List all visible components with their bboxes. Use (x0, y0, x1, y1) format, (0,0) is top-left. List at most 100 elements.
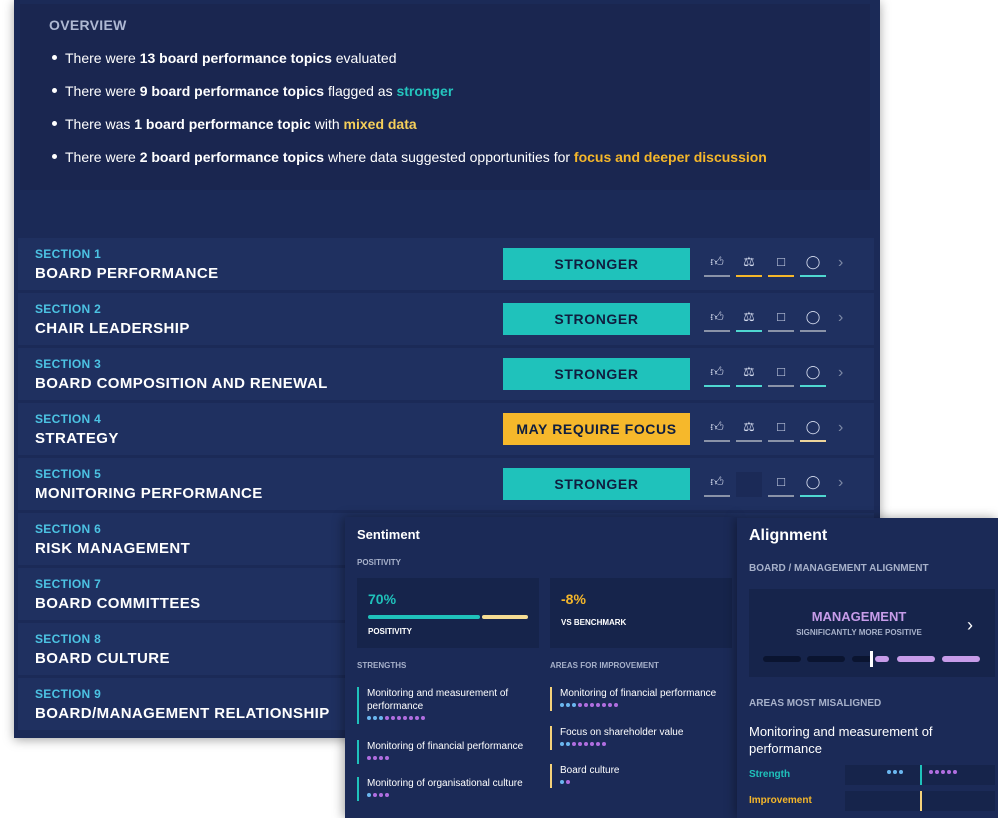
benchmark-caption: VS BENCHMARK (561, 618, 627, 627)
improvement-text: Board culture (560, 765, 620, 776)
indicator-line (800, 495, 826, 497)
indicator-line (768, 440, 794, 442)
alignment-subtitle: BOARD / MANAGEMENT ALIGNMENT (749, 563, 929, 574)
thumbs-up-icon[interactable]: 👍︎ (704, 307, 730, 332)
section-row-1[interactable]: SECTION 1 BOARD PERFORMANCE STRONGER 👍︎ … (18, 238, 874, 290)
rating-dots (560, 780, 734, 788)
section-number: SECTION 5 (35, 467, 102, 481)
overview-line: There were 13 board performance topics e… (52, 50, 396, 66)
speech-alert-icon[interactable]: □ (768, 307, 794, 332)
status-badge: STRONGER (503, 303, 690, 335)
management-dots (929, 770, 959, 778)
rating-dots (367, 716, 541, 724)
text-bold: 13 board performance topics (139, 50, 332, 66)
chevron-right-icon[interactable]: › (838, 474, 843, 492)
positivity-label: POSITIVITY (357, 558, 402, 567)
strength-label: Strength (749, 769, 791, 780)
misaligned-label: AREAS MOST MISALIGNED (749, 698, 882, 709)
strength-item: Monitoring and measurement of performanc… (357, 687, 541, 724)
section-number: SECTION 9 (35, 687, 102, 701)
speech-alert-icon[interactable]: □ (768, 252, 794, 277)
trophy-icon[interactable]: ◯ (800, 252, 826, 277)
chevron-right-icon[interactable]: › (838, 419, 843, 437)
management-label: MANAGEMENT (811, 609, 907, 624)
benchmark-value: -8% (561, 591, 586, 607)
improvement-text: Focus on shareholder value (560, 727, 684, 738)
thumbs-up-icon[interactable]: 👍︎ (704, 362, 730, 387)
section-name: RISK MANAGEMENT (35, 540, 191, 557)
management-note: SIGNIFICANTLY MORE POSITIVE (796, 628, 922, 637)
management-box[interactable]: MANAGEMENT SIGNIFICANTLY MORE POSITIVE › (749, 589, 995, 677)
trophy-icon[interactable]: ◯ (800, 472, 826, 497)
text-bold: 2 board performance topics (139, 149, 325, 165)
speech-alert-icon[interactable]: □ (768, 472, 794, 497)
section-name: BOARD COMMITTEES (35, 595, 201, 612)
chevron-right-icon[interactable]: › (838, 254, 843, 272)
scale-segment (897, 656, 935, 662)
scales-icon[interactable]: ⚖ (736, 362, 762, 387)
scales-icon[interactable]: ⚖ (736, 252, 762, 277)
text: There were (65, 50, 140, 66)
improvement-label: AREAS FOR IMPROVEMENT (550, 661, 659, 670)
scale-marker (870, 651, 873, 667)
text: where data suggested opportunities for (324, 149, 574, 165)
indicator-line (768, 275, 794, 277)
indicator-line (704, 385, 730, 387)
positivity-value: 70% (368, 591, 397, 607)
sentiment-card: Sentiment POSITIVITY 70% POSITIVITY -8% … (345, 517, 737, 818)
chevron-right-icon[interactable]: › (838, 309, 843, 327)
section-row-4[interactable]: SECTION 4 STRATEGY MAY REQUIRE FOCUS 👍︎ … (18, 403, 874, 455)
indicator-line (704, 330, 730, 332)
positivity-box: 70% POSITIVITY (357, 578, 539, 648)
rating-dots (560, 703, 734, 711)
scales-icon[interactable]: ⚖ (736, 307, 762, 332)
section-row-3[interactable]: SECTION 3 BOARD COMPOSITION AND RENEWAL … (18, 348, 874, 400)
indicator-line (800, 330, 826, 332)
scales-icon[interactable]: ⚖ (736, 417, 762, 442)
improvement-item: Focus on shareholder value (550, 726, 734, 750)
trophy-icon[interactable]: ◯ (800, 417, 826, 442)
highlight-focus: focus and deeper discussion (573, 149, 767, 165)
scale-segment (875, 656, 889, 662)
indicator-line (800, 385, 826, 387)
rating-dots (367, 793, 541, 801)
overview-line: There was 1 board performance topic with… (52, 116, 417, 132)
overview-line: There were 9 board performance topics fl… (52, 83, 453, 99)
trophy-icon[interactable]: ◯ (800, 307, 826, 332)
section-name: STRATEGY (35, 430, 119, 447)
speech-alert-icon[interactable]: □ (768, 362, 794, 387)
section-number: SECTION 6 (35, 522, 102, 536)
indicator-line (736, 385, 762, 387)
strength-item: Monitoring of financial performance (357, 740, 541, 764)
section-name: CHAIR LEADERSHIP (35, 320, 190, 337)
positivity-caption: POSITIVITY (368, 627, 413, 636)
bullet-icon (52, 87, 57, 93)
section-name: BOARD CULTURE (35, 650, 170, 667)
benchmark-box: -8% VS BENCHMARK (550, 578, 732, 648)
section-name: BOARD COMPOSITION AND RENEWAL (35, 375, 328, 392)
scale-segment (763, 656, 801, 662)
section-name: BOARD/MANAGEMENT RELATIONSHIP (35, 705, 330, 722)
positivity-bar-rest (482, 615, 528, 619)
text: evaluated (331, 50, 397, 66)
strength-text: Monitoring of organisational culture (367, 778, 523, 789)
trophy-icon[interactable]: ◯ (800, 362, 826, 387)
bullet-icon (52, 120, 57, 126)
text: There were (65, 149, 140, 165)
text: There were (65, 83, 140, 99)
section-row-5[interactable]: SECTION 5 MONITORING PERFORMANCE STRONGE… (18, 458, 874, 510)
section-row-2[interactable]: SECTION 2 CHAIR LEADERSHIP STRONGER 👍︎ ⚖… (18, 293, 874, 345)
chevron-right-icon[interactable]: › (967, 615, 973, 636)
overview-line: There were 2 board performance topics wh… (52, 149, 767, 165)
thumbs-up-icon[interactable]: 👍︎ (704, 472, 730, 497)
status-badge: STRONGER (503, 468, 690, 500)
speech-alert-icon[interactable]: □ (768, 417, 794, 442)
improvement-item: Board culture (550, 764, 734, 788)
thumbs-up-icon[interactable]: 👍︎ (704, 252, 730, 277)
chevron-right-icon[interactable]: › (838, 364, 843, 382)
misaligned-topic: Monitoring and measurement of performanc… (749, 724, 933, 756)
text: flagged as (324, 83, 397, 99)
thumbs-up-icon[interactable]: 👍︎ (704, 417, 730, 442)
improvement-strip (845, 791, 995, 811)
sentiment-title: Sentiment (357, 527, 420, 542)
